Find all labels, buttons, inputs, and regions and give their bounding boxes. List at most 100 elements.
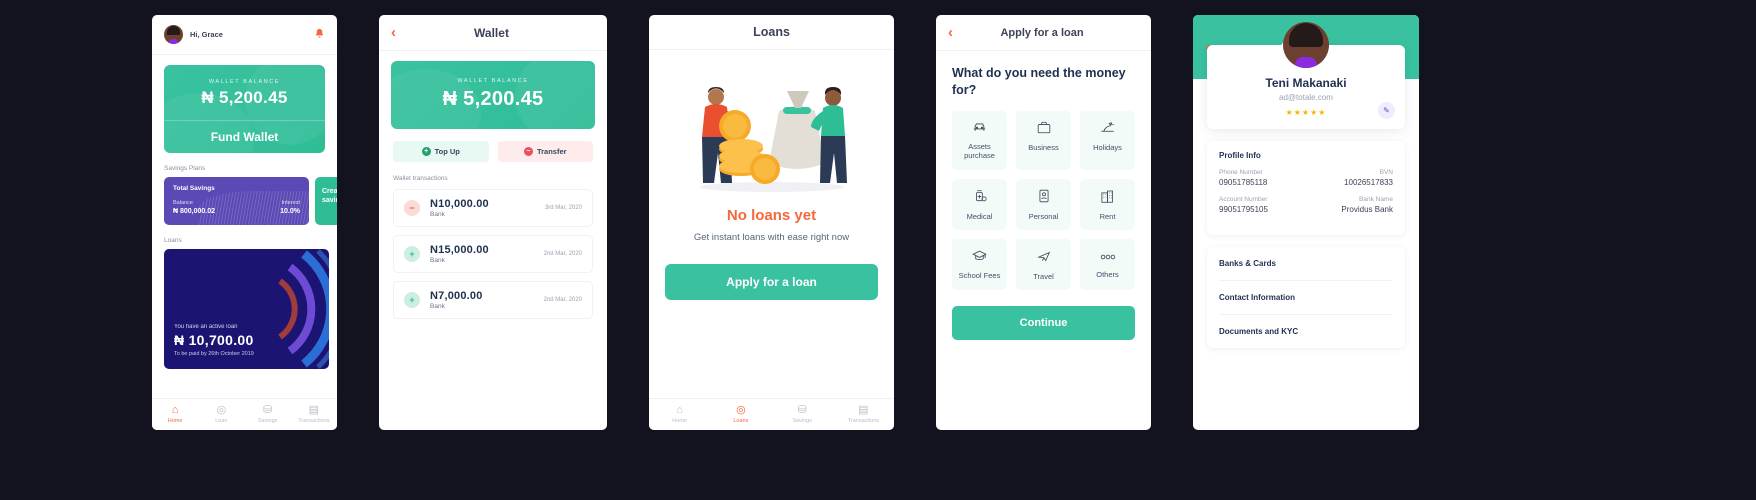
info-value: Providus Bank bbox=[1341, 205, 1393, 214]
option-holidays[interactable]: Holidays bbox=[1080, 110, 1135, 170]
info-key: BVN bbox=[1379, 169, 1393, 176]
profile-info-card: Profile Info Phone Number 09051785118 BV… bbox=[1207, 141, 1405, 235]
transaction-date: 3rd Mar, 2020 bbox=[544, 205, 582, 211]
rating-stars: ★★★★★ bbox=[1285, 108, 1327, 117]
option-personal[interactable]: Personal bbox=[1016, 178, 1071, 230]
option-rent[interactable]: Rent bbox=[1080, 178, 1135, 230]
bell-icon[interactable] bbox=[314, 28, 325, 42]
nav-item-loans[interactable]: ◎ Loans bbox=[710, 399, 771, 430]
info-value: 99051795105 bbox=[1219, 205, 1268, 214]
airplane-icon bbox=[1018, 249, 1069, 266]
create-savings-card[interactable]: Create savings bbox=[315, 177, 337, 225]
top-up-button[interactable]: + Top Up bbox=[393, 141, 489, 162]
option-business[interactable]: Business bbox=[1016, 110, 1071, 170]
wallet-balance-amount: ₦ 5,200.45 bbox=[442, 88, 544, 110]
option-travel[interactable]: Travel bbox=[1016, 238, 1071, 291]
menu-item-banks-cards[interactable]: Banks & Cards bbox=[1219, 247, 1393, 281]
loan-card-amount: ₦ 10,700.00 bbox=[174, 332, 254, 348]
building-icon bbox=[1082, 189, 1133, 206]
transfer-label: Transfer bbox=[536, 147, 567, 156]
wallet-balance-card: WALLET BALANCE ₦ 5,200.45 Fund Wallet bbox=[164, 65, 325, 153]
car-icon bbox=[954, 121, 1005, 136]
apply-for-loan-button[interactable]: Apply for a loan bbox=[665, 263, 878, 300]
beach-icon bbox=[1082, 121, 1133, 137]
screen-settings: ‹ Settings Teni Makanaki ad@totale.com ★… bbox=[1193, 15, 1419, 430]
continue-button[interactable]: Continue bbox=[952, 306, 1135, 341]
option-others[interactable]: Others bbox=[1080, 238, 1135, 291]
info-value: 09051785118 bbox=[1219, 178, 1268, 187]
info-row: Phone Number 09051785118 BVN 10026517833 bbox=[1219, 169, 1393, 187]
transactions-icon: ▤ bbox=[308, 404, 320, 416]
transaction-source: Bank bbox=[430, 257, 445, 264]
plus-icon: + bbox=[404, 246, 420, 262]
nav-item-transactions[interactable]: ▤ Transactions bbox=[291, 399, 337, 430]
nav-item-savings[interactable]: ⛁ Savings bbox=[772, 399, 833, 430]
wallet-balance-card: WALLET BALANCE ₦ 5,200.45 bbox=[391, 61, 595, 129]
nav-label-loan: Loan bbox=[215, 418, 228, 424]
screen-wallet: ‹ Wallet WALLET BALANCE ₦ 5,200.45 + Top… bbox=[379, 15, 607, 430]
savings-row: Total Savings Balance Interest ₦ 800,000… bbox=[152, 177, 337, 225]
option-label: Medical bbox=[966, 211, 993, 221]
top-up-label: Top Up bbox=[434, 147, 460, 156]
screen-apply-loan: ‹ Apply for a loan What do you need the … bbox=[936, 15, 1151, 430]
option-assets-purchase[interactable]: Assets purchase bbox=[952, 110, 1007, 170]
empty-state-subtitle: Get instant loans with ease right now bbox=[693, 232, 850, 243]
screen-home: Hi, Grace WALLET BALANCE ₦ 5,200.45 Fund… bbox=[152, 15, 337, 430]
nav-label-transactions: Transactions bbox=[298, 418, 330, 424]
loan-icon: ◎ bbox=[736, 404, 746, 416]
plus-icon: + bbox=[404, 292, 420, 308]
wallet-actions: + Top Up − Transfer bbox=[379, 129, 607, 162]
nav-label-savings: Savings bbox=[257, 418, 278, 424]
transaction-amount: N7,000.00 bbox=[430, 290, 483, 302]
nav-label-transactions: Transactions bbox=[847, 418, 880, 424]
table-row[interactable]: + N15,000.00 Bank 2nd Mar, 2020 bbox=[393, 235, 593, 273]
loan-card-due: To be paid by 26th October 2019 bbox=[174, 351, 254, 357]
transaction-source: Bank bbox=[430, 303, 445, 310]
wallet-balance-label: WALLET BALANCE bbox=[208, 79, 281, 85]
loans-illustration bbox=[649, 68, 894, 193]
screen-loans: Loans No loans yet Get instant loans wit… bbox=[649, 15, 894, 430]
nav-item-home[interactable]: ⌂ Home bbox=[152, 399, 198, 430]
table-row[interactable]: − N10,000.00 Bank 3rd Mar, 2020 bbox=[393, 189, 593, 227]
loan-card-sub: You have an active loan bbox=[174, 324, 238, 330]
menu-item-contact-information[interactable]: Contact Information bbox=[1219, 281, 1393, 315]
option-label: Rent bbox=[1099, 211, 1116, 221]
avatar[interactable] bbox=[164, 25, 183, 44]
home-icon: ⌂ bbox=[171, 404, 179, 416]
page-title: Loans bbox=[753, 25, 790, 39]
profile-name: Teni Makanaki bbox=[1265, 76, 1347, 90]
active-loan-card[interactable]: You have an active loan ₦ 10,700.00 To b… bbox=[164, 249, 329, 369]
medicine-icon bbox=[954, 189, 1005, 206]
transaction-amount: N10,000.00 bbox=[430, 198, 489, 210]
profile-email: ad@totale.com bbox=[1279, 93, 1333, 102]
screens-stage: Hi, Grace WALLET BALANCE ₦ 5,200.45 Fund… bbox=[0, 0, 1756, 430]
briefcase-icon bbox=[1018, 121, 1069, 137]
nav-item-transactions[interactable]: ▤ Transactions bbox=[833, 399, 894, 430]
home-icon: ⌂ bbox=[676, 404, 683, 416]
total-savings-card[interactable]: Total Savings Balance Interest ₦ 800,000… bbox=[164, 177, 309, 225]
empty-state-title: No loans yet bbox=[726, 207, 817, 224]
savings-balance-label: Balance bbox=[173, 200, 193, 206]
table-row[interactable]: + N7,000.00 Bank 2nd Mar, 2020 bbox=[393, 281, 593, 319]
fund-wallet-button[interactable]: Fund Wallet bbox=[164, 120, 325, 153]
menu-item-documents-kyc[interactable]: Documents and KYC bbox=[1219, 315, 1393, 348]
transaction-amount: N15,000.00 bbox=[430, 244, 489, 256]
avatar[interactable] bbox=[1283, 22, 1329, 68]
greeting-text: Hi, Grace bbox=[190, 30, 223, 39]
question-text: What do you need the money for? bbox=[952, 66, 1126, 97]
info-key: Bank Name bbox=[1359, 196, 1393, 203]
nav-item-home[interactable]: ⌂ Home bbox=[649, 399, 710, 430]
pencil-icon[interactable]: ✎ bbox=[1378, 102, 1395, 119]
wallet-header: ‹ Wallet bbox=[379, 15, 607, 51]
transfer-button[interactable]: − Transfer bbox=[497, 141, 593, 162]
nav-item-loan[interactable]: ◎ Loan bbox=[198, 399, 244, 430]
loan-icon: ◎ bbox=[216, 404, 227, 416]
savings-icon: ⛁ bbox=[797, 404, 807, 416]
home-header: Hi, Grace bbox=[152, 15, 337, 55]
info-key: Phone Number bbox=[1219, 169, 1263, 176]
option-medical[interactable]: Medical bbox=[952, 178, 1007, 230]
nav-item-savings[interactable]: ⛁ Savings bbox=[245, 399, 291, 430]
option-label: Travel bbox=[1033, 271, 1054, 281]
id-card-icon bbox=[1018, 189, 1069, 206]
option-school-fees[interactable]: School Fees bbox=[952, 238, 1007, 291]
